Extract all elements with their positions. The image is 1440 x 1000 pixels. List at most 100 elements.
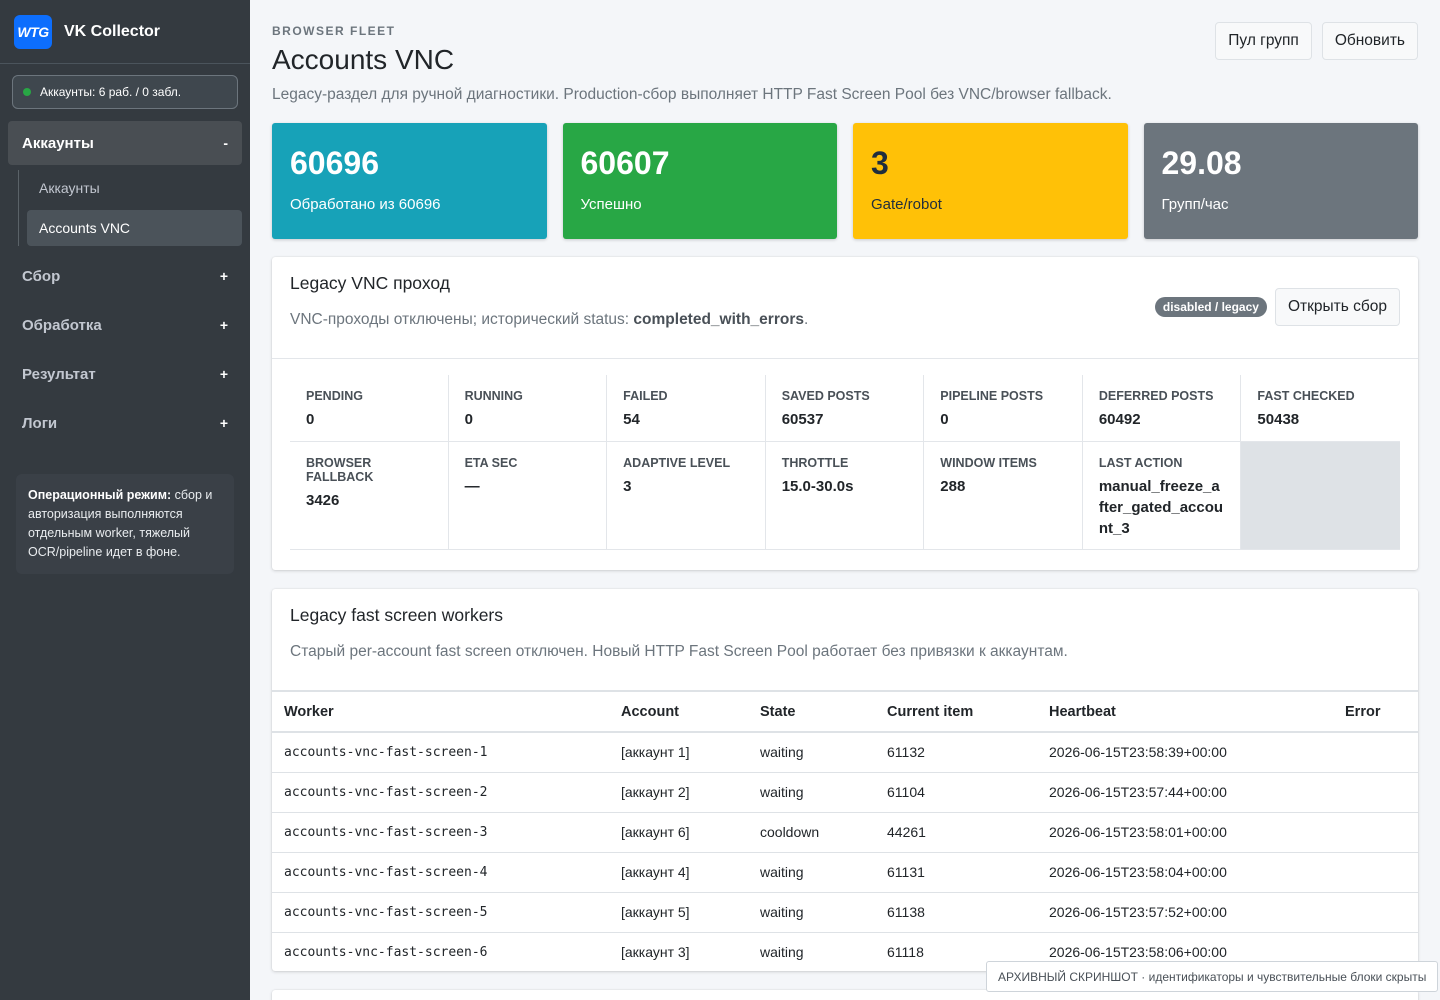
column-header-current-item: Current item — [875, 692, 1037, 733]
column-header-error: Error — [1333, 692, 1418, 733]
nav-section-label: Логи — [22, 414, 58, 432]
nav-section-processing[interactable]: Обработка + — [8, 303, 242, 347]
metric-value: 3426 — [306, 492, 340, 509]
status-prefix: VNC-проходы отключены; исторический stat… — [290, 311, 634, 328]
metric-fast-checked: FAST CHECKED 50438 — [1241, 375, 1400, 442]
metric-throttle: THROTTLE 15.0-30.0s — [765, 442, 925, 550]
error-cell — [1333, 892, 1418, 933]
table-row: accounts-vnc-fast-screen-3 [аккаунт 6] c… — [272, 812, 1418, 853]
metric-value: 0 — [306, 411, 315, 428]
metric-value: — — [464, 478, 480, 495]
metric-saved-posts: SAVED POSTS 60537 — [765, 375, 925, 442]
historic-status: completed_with_errors — [633, 311, 804, 328]
sidebar-item-accounts-vnc[interactable]: Accounts VNC — [27, 210, 242, 246]
nav-sublist-accounts: Аккаунты Accounts VNC — [18, 170, 242, 246]
status-suffix: . — [803, 311, 809, 328]
brand[interactable]: WTG VK Collector — [0, 0, 250, 64]
accounts-status-text: Аккаунты: 6 раб. / 0 забл. — [40, 85, 182, 99]
heartbeat-cell: 2026-06-15T23:57:52+00:00 — [1037, 892, 1333, 933]
account-cell: [аккаунт 1] — [609, 732, 748, 773]
metric-value: 0 — [940, 411, 949, 428]
brand-name: VK Collector — [64, 22, 161, 40]
metric-value: manual_freeze_after_gated_account_3 — [1098, 478, 1224, 537]
worker-cell: accounts-vnc-fast-screen-4 — [272, 852, 609, 893]
worker-cell: accounts-vnc-fast-screen-3 — [272, 812, 609, 853]
current-item-cell: 61132 — [875, 732, 1037, 773]
brand-logo: WTG — [14, 14, 52, 49]
metric-value: 15.0-30.0s — [781, 478, 854, 495]
expand-icon: + — [219, 317, 228, 333]
metric-running: RUNNING 0 — [448, 375, 608, 442]
stat-success: 60607 Успешно — [562, 123, 837, 239]
nav-section-collect[interactable]: Сбор + — [8, 254, 242, 298]
nav-section-label: Аккаунты — [22, 134, 94, 152]
metric-value: 288 — [940, 478, 966, 495]
metric-value: 0 — [464, 411, 473, 428]
metric-label: SAVED POSTS — [781, 389, 870, 403]
collapse-icon: - — [223, 135, 228, 151]
account-cell: [аккаунт 6] — [609, 812, 748, 853]
info-bold: Операционный режим: — [28, 488, 172, 502]
card-title: Legacy VNC проход — [290, 273, 450, 293]
archive-watermark: АРХИВНЫЙ СКРИНШОТ · идентификаторы и чув… — [986, 961, 1439, 992]
table-row: accounts-vnc-fast-screen-1 [аккаунт 1] w… — [272, 732, 1418, 773]
workers-table: Worker Account State Current item Heartb… — [272, 692, 1418, 971]
metric-value: 60492 — [1098, 411, 1141, 428]
workers-card: Legacy fast screen workers Старый per-ac… — [272, 589, 1418, 971]
nav-section-result[interactable]: Результат + — [8, 352, 242, 396]
sidebar-nav: Аккаунты - Аккаунты Accounts VNC Сбор + … — [0, 121, 250, 445]
state-cell: waiting — [748, 732, 875, 773]
metric-window-items: WINDOW ITEMS 288 — [924, 442, 1083, 550]
refresh-button[interactable]: Обновить — [1321, 22, 1418, 60]
account-cell: [аккаунт 2] — [609, 772, 748, 813]
metric-label: THROTTLE — [781, 456, 849, 470]
metric-empty-cell — [1241, 442, 1400, 550]
current-item-cell: 61104 — [875, 772, 1037, 813]
table-row: accounts-vnc-fast-screen-5 [аккаунт 5] w… — [272, 892, 1418, 933]
stats-row: 60696 Обработано из 60696 60607 Успешно … — [272, 123, 1418, 239]
nav-section-label: Сбор — [22, 267, 61, 285]
sidebar-item-accounts[interactable]: Аккаунты — [27, 170, 242, 206]
error-cell — [1333, 772, 1418, 813]
page-eyebrow: BROWSER FLEET — [272, 24, 396, 38]
current-item-cell: 44261 — [875, 812, 1037, 853]
current-item-cell: 61138 — [875, 892, 1037, 933]
metric-value: 54 — [623, 411, 640, 428]
metric-value: 3 — [623, 478, 632, 495]
nav-section-accounts[interactable]: Аккаунты - — [8, 121, 242, 165]
heartbeat-cell: 2026-06-15T23:58:39+00:00 — [1037, 732, 1333, 773]
metric-label: PIPELINE POSTS — [940, 389, 1044, 403]
worker-cell: accounts-vnc-fast-screen-1 — [272, 732, 609, 773]
table-row: accounts-vnc-fast-screen-2 [аккаунт 2] w… — [272, 772, 1418, 813]
metric-label: LAST ACTION — [1098, 456, 1183, 470]
state-cell: waiting — [748, 852, 875, 893]
error-cell — [1333, 812, 1418, 853]
column-header-heartbeat: Heartbeat — [1037, 692, 1333, 733]
stat-processed: 60696 Обработано из 60696 — [272, 123, 547, 239]
account-cell: [аккаунт 3] — [609, 932, 748, 971]
page-title: Accounts VNC — [272, 44, 455, 75]
stat-label: Групп/час — [1161, 196, 1229, 213]
nav-section-logs[interactable]: Логи + — [8, 401, 242, 445]
metric-value: 60537 — [781, 411, 824, 428]
heartbeat-cell: 2026-06-15T23:58:01+00:00 — [1037, 812, 1333, 853]
metric-pipeline-posts: PIPELINE POSTS 0 — [924, 375, 1083, 442]
error-cell — [1333, 732, 1418, 773]
open-collect-button[interactable]: Открыть сбор — [1274, 288, 1400, 326]
column-header-state: State — [748, 692, 875, 733]
metric-label: ETA SEC — [464, 456, 518, 470]
card-actions: disabled / legacy Открыть сбор — [1154, 288, 1400, 326]
stat-value: 3 — [871, 145, 889, 181]
column-header-account: Account — [609, 692, 748, 733]
metric-label: FAST CHECKED — [1257, 389, 1355, 403]
worker-cell: accounts-vnc-fast-screen-5 — [272, 892, 609, 933]
sidebar: WTG VK Collector Аккаунты: 6 раб. / 0 за… — [0, 0, 250, 1000]
error-cell — [1333, 852, 1418, 893]
state-cell: waiting — [748, 772, 875, 813]
account-cell: [аккаунт 4] — [609, 852, 748, 893]
table-row: accounts-vnc-fast-screen-4 [аккаунт 4] w… — [272, 852, 1418, 893]
group-pool-button[interactable]: Пул групп — [1215, 22, 1312, 60]
page-subtitle: Legacy-раздел для ручной диагностики. Pr… — [272, 86, 1112, 103]
card-header: Legacy fast screen workers Старый per-ac… — [272, 589, 1418, 692]
stat-value: 60696 — [290, 145, 379, 181]
